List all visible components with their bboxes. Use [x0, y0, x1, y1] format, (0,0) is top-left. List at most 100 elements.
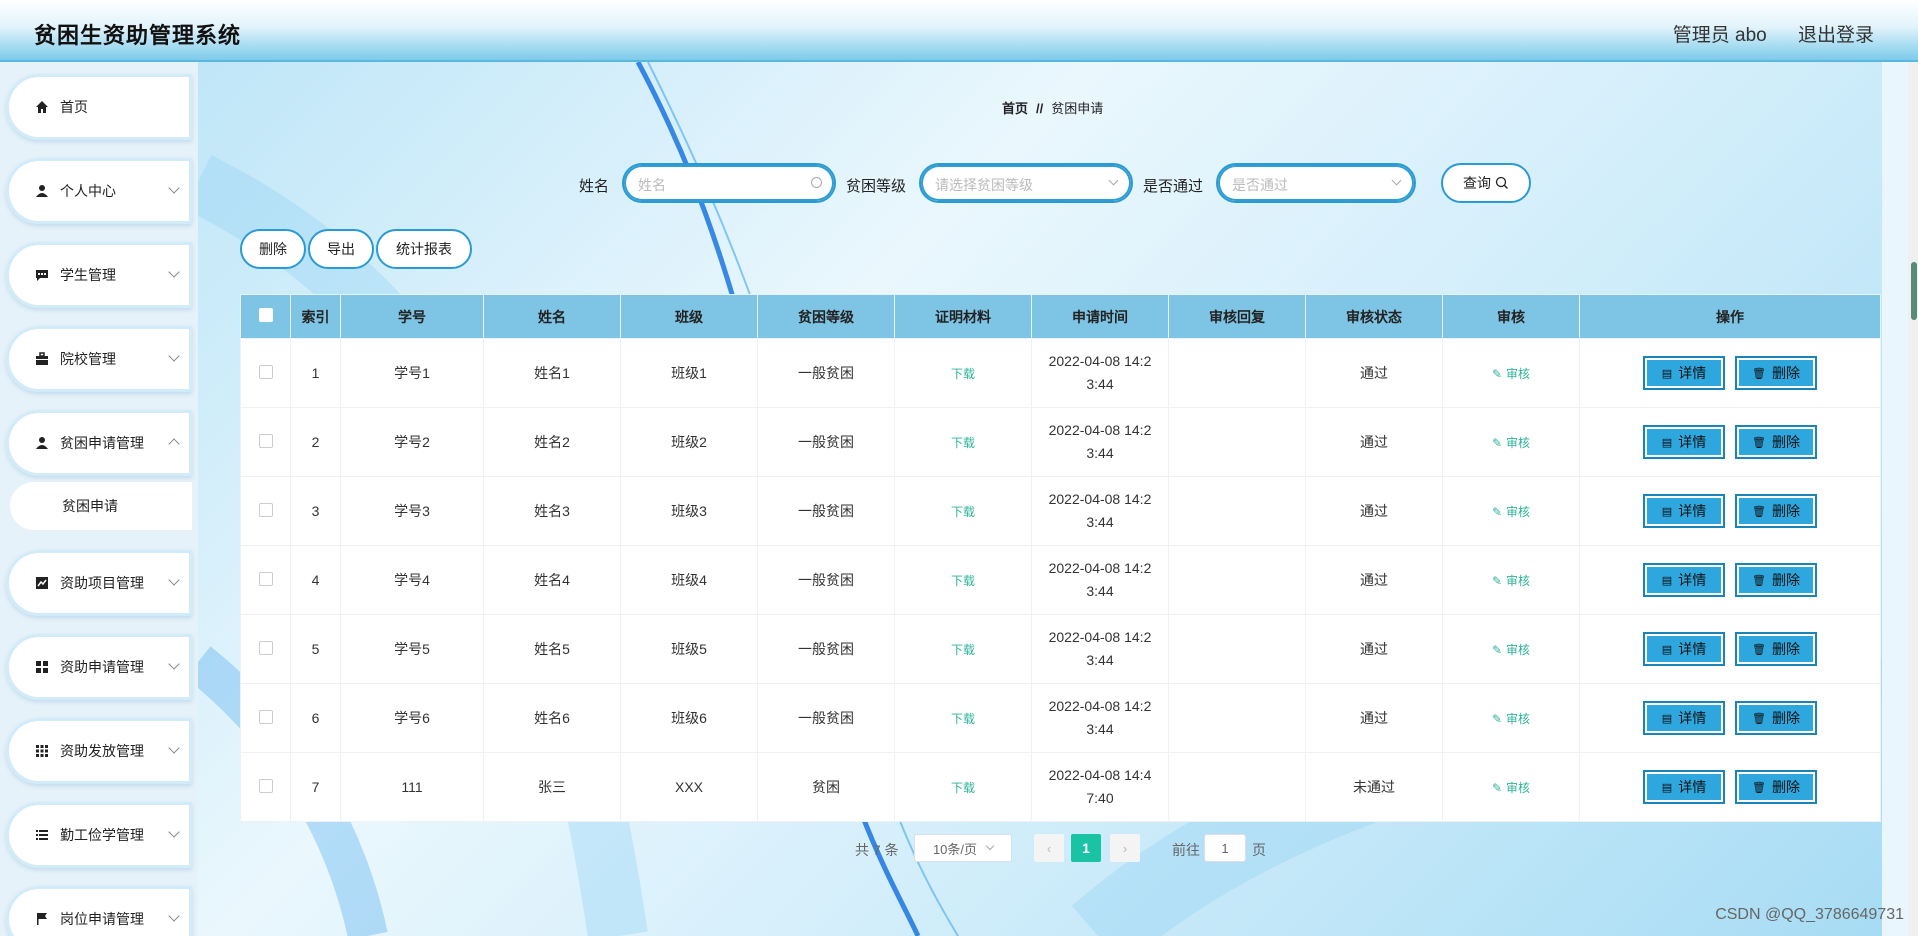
detail-button[interactable]: ▤ 详情: [1643, 563, 1725, 597]
table-row: 5 学号5 姓名5 班级5 一般贫困 下载 2022-04-08 14:2 3:44 通过 ✎ 审核…: [240, 614, 1881, 684]
detail-button[interactable]: ▤ 详情: [1643, 494, 1725, 528]
report-button[interactable]: 统计报表: [376, 229, 472, 269]
delete-label: 删除: [1771, 434, 1800, 450]
chevron-down-icon: [168, 742, 180, 754]
pass-select[interactable]: 是否通过: [1216, 163, 1416, 203]
row-checkbox[interactable]: [258, 433, 273, 448]
delete-button[interactable]: 删除: [240, 229, 306, 269]
audit-link[interactable]: ✎ 审核: [1492, 781, 1530, 795]
cell-audit-reply: [1168, 683, 1306, 753]
download-link[interactable]: 下载: [951, 781, 975, 795]
row-checkbox[interactable]: [258, 709, 273, 724]
sidebar-item-aid-apply[interactable]: 资助申请管理: [6, 634, 192, 700]
sidebar-item-poverty-apply-mgmt[interactable]: 贫困申请管理: [6, 410, 192, 476]
audit-link[interactable]: ✎ 审核: [1492, 712, 1530, 726]
select-all-checkbox[interactable]: [258, 308, 273, 322]
row-select-cell[interactable]: [240, 407, 291, 477]
table-row: 2 学号2 姓名2 班级2 一般贫困 下载 2022-04-08 14:2 3:44 通过 ✎ 审核…: [240, 407, 1881, 477]
page-1-button[interactable]: 1: [1071, 834, 1101, 862]
row-delete-button[interactable]: 🗑 删除: [1735, 356, 1817, 390]
audit-link[interactable]: ✎ 审核: [1492, 505, 1530, 519]
sidebar-item-label: 贫困申请管理: [60, 435, 144, 451]
row-select-cell[interactable]: [240, 752, 291, 822]
audit-link[interactable]: ✎ 审核: [1492, 574, 1530, 588]
select-all-cell[interactable]: [240, 294, 291, 339]
export-button[interactable]: 导出: [308, 229, 374, 269]
row-delete-button[interactable]: 🗑 删除: [1735, 770, 1817, 804]
audit-link[interactable]: ✎ 审核: [1492, 436, 1530, 450]
download-link[interactable]: 下载: [951, 643, 975, 657]
download-link[interactable]: 下载: [951, 505, 975, 519]
row-checkbox[interactable]: [258, 778, 273, 793]
apply-time-line2: 3:44: [1086, 721, 1114, 737]
cell-class: 班级6: [620, 683, 758, 753]
name-search-input[interactable]: 姓名: [622, 163, 836, 203]
row-checkbox[interactable]: [258, 640, 273, 655]
table-row: 7 111 张三 XXX 贫困 下载 2022-04-08 14:4 7:40 未通过 ✎ 审核 ▤ 详…: [240, 752, 1881, 822]
row-select-cell[interactable]: [240, 338, 291, 408]
cell-index: 6: [290, 683, 341, 753]
app-title: 贫困生资助管理系统: [34, 23, 242, 48]
sidebar-item-personal[interactable]: 个人中心: [6, 158, 192, 224]
row-delete-button[interactable]: 🗑 删除: [1735, 701, 1817, 735]
audit-label: 审核: [1506, 780, 1531, 795]
level-select[interactable]: 请选择贫困等级: [919, 163, 1133, 203]
detail-button[interactable]: ▤ 详情: [1643, 425, 1725, 459]
apply-time-line1: 2022-04-08 14:2: [1048, 422, 1152, 438]
row-delete-button[interactable]: 🗑 删除: [1735, 494, 1817, 528]
goto-page-input[interactable]: 1: [1204, 834, 1246, 862]
download-link[interactable]: 下载: [951, 574, 975, 588]
apply-time-line1: 2022-04-08 14:2: [1048, 629, 1152, 645]
cell-audit: ✎ 审核: [1442, 476, 1580, 546]
cell-index: 4: [290, 545, 341, 615]
download-link[interactable]: 下载: [951, 712, 975, 726]
row-select-cell[interactable]: [240, 614, 291, 684]
cell-index: 3: [290, 476, 341, 546]
row-checkbox[interactable]: [258, 571, 273, 586]
detail-button[interactable]: ▤ 详情: [1643, 701, 1725, 735]
download-link[interactable]: 下载: [951, 436, 975, 450]
next-page-button[interactable]: ›: [1110, 834, 1140, 862]
audit-link[interactable]: ✎ 审核: [1492, 367, 1530, 381]
sidebar-item-home[interactable]: 首页: [6, 74, 192, 140]
row-delete-button[interactable]: 🗑 删除: [1735, 632, 1817, 666]
audit-link[interactable]: ✎ 审核: [1492, 643, 1530, 657]
detail-button[interactable]: ▤ 详情: [1643, 632, 1725, 666]
sidebar-item-students[interactable]: 学生管理: [6, 242, 192, 308]
cell-student-id: 学号3: [340, 476, 484, 546]
row-delete-button[interactable]: 🗑 删除: [1735, 425, 1817, 459]
row-select-cell[interactable]: [240, 476, 291, 546]
sidebar-item-schools[interactable]: 院校管理: [6, 326, 192, 392]
row-checkbox[interactable]: [258, 502, 273, 517]
prev-page-button[interactable]: ‹: [1034, 834, 1064, 862]
row-delete-button[interactable]: 🗑 删除: [1735, 563, 1817, 597]
query-button[interactable]: 查询: [1441, 163, 1531, 203]
detail-button[interactable]: ▤ 详情: [1643, 770, 1725, 804]
cell-audit-status: 通过: [1305, 614, 1443, 684]
cell-material: 下载: [894, 545, 1032, 615]
column-header: 贫困等级: [757, 294, 895, 339]
breadcrumb-home[interactable]: 首页: [1002, 101, 1028, 116]
trash-icon: 🗑: [1752, 367, 1766, 380]
cell-audit-status: 通过: [1305, 338, 1443, 408]
page-size-value: 10条/页: [932, 841, 978, 857]
chevron-down-icon: [168, 658, 180, 670]
row-checkbox[interactable]: [258, 364, 273, 379]
sidebar-item-work-study[interactable]: 勤工俭学管理: [6, 802, 192, 868]
sidebar-item-job-apply[interactable]: 岗位申请管理: [6, 886, 192, 936]
detail-button[interactable]: ▤ 详情: [1643, 356, 1725, 390]
row-select-cell[interactable]: [240, 683, 291, 753]
pagination-total: 共 7 条: [855, 842, 899, 858]
page-size-select[interactable]: 10条/页: [914, 834, 1012, 862]
row-select-cell[interactable]: [240, 545, 291, 615]
submenu-item-poverty-apply[interactable]: 贫困申请: [10, 482, 192, 530]
cell-audit-status: 通过: [1305, 476, 1443, 546]
cell-audit-reply: [1168, 407, 1306, 477]
logout-link[interactable]: 退出登录: [1798, 25, 1874, 46]
chevron-down-icon: [168, 266, 180, 278]
sidebar-item-aid-issue[interactable]: 资助发放管理: [6, 718, 192, 784]
download-link[interactable]: 下载: [951, 367, 975, 381]
page-scrollbar-thumb[interactable]: [1911, 262, 1917, 320]
sidebar-item-aid-projects[interactable]: 资助项目管理: [6, 550, 192, 616]
page-scrollbar[interactable]: [1908, 62, 1918, 936]
